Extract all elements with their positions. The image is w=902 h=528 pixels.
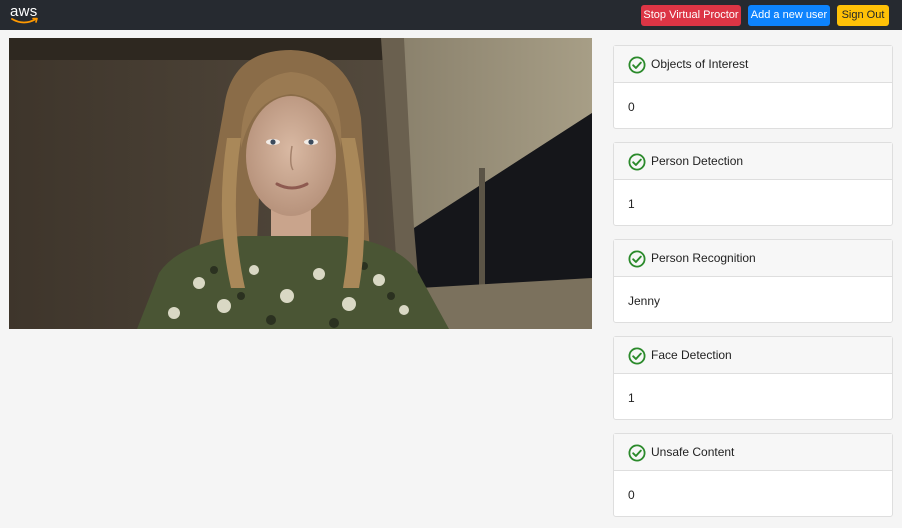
- webcam-frame-illustration: [9, 38, 592, 329]
- card-header: Unsafe Content: [614, 434, 892, 471]
- check-circle-icon: [628, 56, 646, 74]
- card-value: Jenny: [628, 294, 661, 308]
- card-value: 1: [628, 391, 635, 405]
- check-circle-icon: [628, 444, 646, 462]
- sign-out-button[interactable]: Sign Out: [837, 5, 889, 26]
- top-navbar: aws Stop Virtual Proctor Add a new user …: [0, 0, 902, 30]
- card-value: 0: [628, 488, 635, 502]
- webcam-video-feed: [9, 38, 592, 329]
- person-detection-card: Person Detection 1: [613, 142, 893, 226]
- card-header: Face Detection: [614, 337, 892, 374]
- check-circle-icon: [628, 347, 646, 365]
- objects-of-interest-card: Objects of Interest 0: [613, 45, 893, 129]
- add-new-user-button[interactable]: Add a new user: [748, 5, 830, 26]
- unsafe-content-card: Unsafe Content 0: [613, 433, 893, 517]
- card-title: Objects of Interest: [651, 57, 749, 71]
- card-title: Face Detection: [651, 348, 732, 362]
- card-value: 1: [628, 197, 635, 211]
- person-recognition-card: Person Recognition Jenny: [613, 239, 893, 323]
- card-title: Unsafe Content: [651, 445, 735, 459]
- face-detection-card: Face Detection 1: [613, 336, 893, 420]
- stop-virtual-proctor-button[interactable]: Stop Virtual Proctor: [641, 5, 741, 26]
- aws-logo[interactable]: aws: [10, 3, 42, 26]
- card-header: Person Recognition: [614, 240, 892, 277]
- card-value: 0: [628, 100, 635, 114]
- card-title: Person Recognition: [651, 251, 756, 265]
- aws-smile-icon: [11, 17, 38, 24]
- check-circle-icon: [628, 153, 646, 171]
- check-circle-icon: [628, 250, 646, 268]
- card-header: Person Detection: [614, 143, 892, 180]
- card-title: Person Detection: [651, 154, 744, 168]
- card-header: Objects of Interest: [614, 46, 892, 83]
